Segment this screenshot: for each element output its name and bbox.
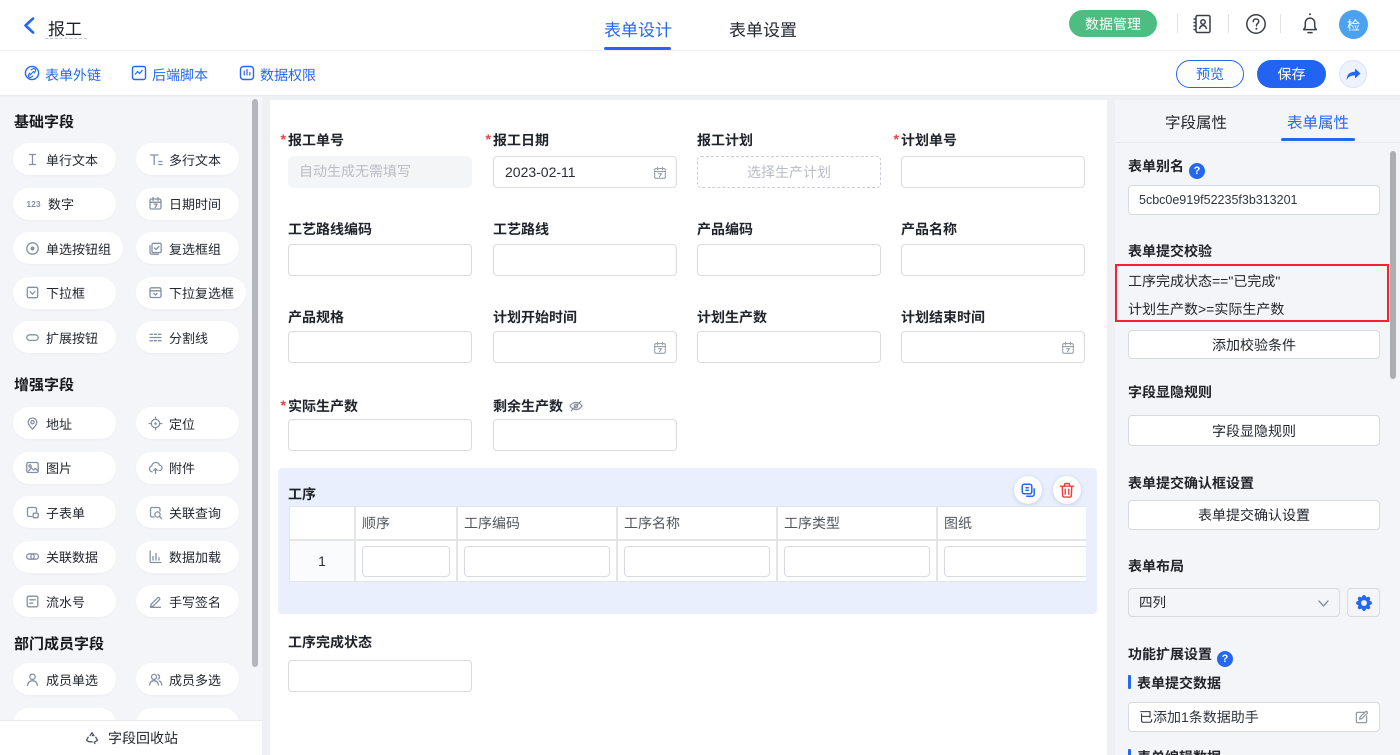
svg-text:123: 123: [26, 199, 40, 209]
